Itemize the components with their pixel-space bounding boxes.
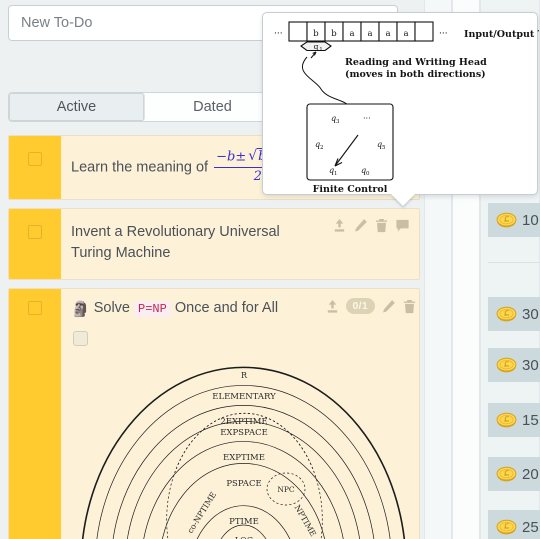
- task-checkbox-area-quadratic[interactable]: [9, 136, 61, 200]
- coin-value: 25: [522, 518, 539, 536]
- task-actions-turing: [332, 218, 410, 233]
- coin-badge: 25: [488, 510, 540, 539]
- task-text-before-pnp: Solve: [93, 300, 135, 317]
- svg-text:2: 2: [320, 145, 324, 151]
- svg-text:NPTIME: NPTIME: [293, 503, 318, 538]
- upload-icon[interactable]: [325, 299, 340, 314]
- tape-ellipsis-right: ···: [439, 29, 448, 39]
- rail-separator: [488, 262, 540, 263]
- svg-text:1: 1: [319, 47, 323, 53]
- tab-active-label: Active: [56, 99, 97, 115]
- delete-icon[interactable]: [374, 218, 389, 233]
- svg-text:0: 0: [366, 171, 370, 177]
- svg-text:b: b: [313, 29, 319, 39]
- tape-cells: b b a a a a: [288, 21, 434, 42]
- head-caption-line1: Reading and Writing Head: [345, 57, 487, 68]
- task-body-pnp: 🗿 Solve P=NP Once and for All 0/1 R ELEM…: [61, 289, 419, 539]
- app-root: Active Dated Learn the meaning of −b±b2−…: [0, 0, 540, 539]
- checklist-progress-badge[interactable]: 0/1: [345, 298, 375, 315]
- coin-badge: 30: [488, 348, 540, 382]
- read-write-head: q 1: [300, 41, 332, 59]
- popup-tail: [391, 194, 415, 206]
- task-actions-pnp: 0/1: [325, 298, 418, 315]
- task-body-turing: Invent a Revolutionary Universal Turing …: [61, 209, 419, 279]
- coin-value: 30: [522, 305, 539, 323]
- complexity-class-hierarchy-diagram: .arc { fill:none; stroke:#1c1c1c; } .thi…: [81, 366, 406, 539]
- finite-control-box: q 3 ··· q 2 q 5 q 1 q 0: [306, 103, 394, 181]
- tape-label: Input/Output Tape: [464, 29, 539, 40]
- task-checkbox-area-turing[interactable]: [9, 209, 61, 280]
- gold-coin-icon: [496, 357, 517, 373]
- tab-dated-label: Dated: [193, 99, 232, 115]
- svg-text:···: ···: [363, 114, 371, 123]
- svg-text:ELEMENTARY: ELEMENTARY: [212, 392, 276, 402]
- coin-badge: 30: [488, 297, 540, 331]
- svg-text:3: 3: [336, 119, 340, 125]
- tab-active[interactable]: Active: [9, 93, 145, 121]
- code-chip-pnp: P=NP: [134, 301, 171, 318]
- task-text-after-pnp: Once and for All: [170, 300, 279, 317]
- gold-coin-icon: [496, 519, 517, 535]
- svg-text:R: R: [241, 371, 248, 380]
- svg-text:EXPSPACE: EXPSPACE: [220, 428, 268, 438]
- edit-icon[interactable]: [353, 218, 368, 233]
- delete-icon[interactable]: [402, 299, 417, 314]
- gold-coin-icon: [496, 212, 517, 228]
- svg-text:b: b: [331, 29, 337, 39]
- moai-emoji-icon: 🗿: [71, 301, 90, 319]
- svg-text:NPC: NPC: [277, 485, 295, 494]
- task-checkbox-pnp[interactable]: [28, 301, 42, 316]
- svg-text:2EXPTIME: 2EXPTIME: [220, 417, 267, 427]
- tape-ellipsis-left: ···: [274, 29, 283, 39]
- gold-coin-icon: [496, 412, 517, 428]
- turing-machine-popup: .tmtxt { font-family:"DejaVu Serif", ser…: [262, 12, 539, 206]
- coin-badge: 15: [488, 403, 540, 437]
- gold-coin-icon: [496, 306, 517, 322]
- svg-text:PSPACE: PSPACE: [226, 479, 261, 489]
- svg-text:5: 5: [382, 145, 386, 151]
- edit-icon[interactable]: [381, 299, 396, 314]
- coin-value: 20: [522, 465, 539, 483]
- task-row-pnp[interactable]: 🗿 Solve P=NP Once and for All 0/1 R ELEM…: [8, 288, 420, 539]
- task-text-quadratic: Learn the meaning of: [71, 159, 213, 176]
- gold-coin-icon: [496, 466, 517, 482]
- upload-icon[interactable]: [332, 218, 347, 233]
- svg-text:PTIME: PTIME: [229, 517, 259, 527]
- turing-machine-diagram: .tmtxt { font-family:"DejaVu Serif", ser…: [274, 21, 539, 195]
- svg-text:q: q: [314, 42, 319, 51]
- coin-value: 30: [522, 356, 539, 374]
- task-row-turing[interactable]: Invent a Revolutionary Universal Turing …: [8, 208, 420, 281]
- coin-badge: 20: [488, 457, 540, 491]
- svg-text:a: a: [349, 29, 354, 39]
- coin-value: 15: [522, 411, 539, 429]
- coin-value: 10: [522, 211, 539, 229]
- task-checkbox-quadratic[interactable]: [28, 152, 42, 166]
- task-checkbox-turing[interactable]: [28, 225, 42, 240]
- comment-icon[interactable]: [395, 218, 410, 233]
- svg-text:a: a: [385, 29, 390, 39]
- svg-text:co-NPTIME: co-NPTIME: [186, 490, 219, 535]
- subtask-checkbox[interactable]: [73, 330, 88, 346]
- svg-text:EXPTIME: EXPTIME: [223, 453, 265, 463]
- svg-text:a: a: [367, 29, 372, 39]
- svg-text:a: a: [403, 29, 408, 39]
- coin-badge: 10: [488, 203, 540, 237]
- head-caption-line2: (moves in both directions): [345, 69, 486, 80]
- task-checkbox-area-pnp[interactable]: [9, 289, 61, 539]
- tab-dated[interactable]: Dated: [145, 93, 281, 121]
- finite-control-label: Finite Control: [313, 184, 388, 195]
- svg-text:1: 1: [334, 171, 338, 177]
